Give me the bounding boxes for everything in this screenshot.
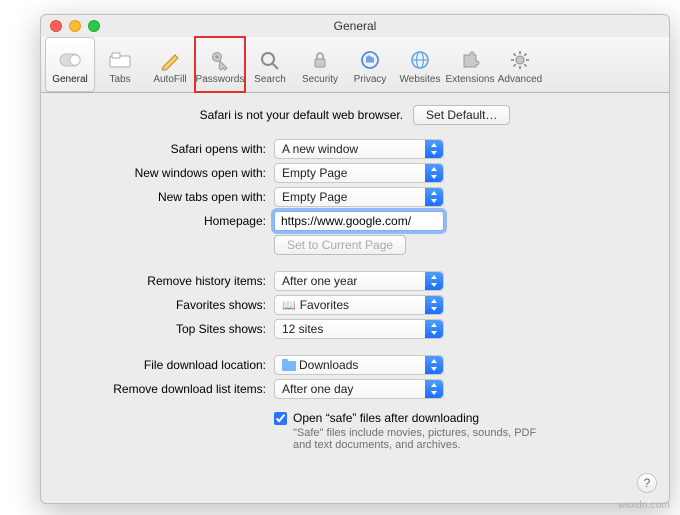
chevron-updown-icon	[429, 143, 439, 155]
puzzle-icon	[456, 47, 484, 73]
favorites-shows-popup[interactable]: 📖 Favorites	[274, 295, 444, 315]
remove-downloads-label: Remove download list items:	[59, 382, 274, 396]
chevron-updown-icon	[429, 359, 439, 371]
window-title: General	[334, 19, 377, 33]
popup-value: Empty Page	[282, 190, 347, 204]
toolbar-tab-passwords[interactable]: Passwords	[195, 37, 245, 92]
favorites-shows-label: Favorites shows:	[59, 298, 274, 312]
set-to-current-page-button[interactable]: Set to Current Page	[274, 235, 406, 255]
safe-files-note: "Safe" files include movies, pictures, s…	[293, 427, 543, 451]
popup-value: 12 sites	[282, 322, 323, 336]
popup-value: A new window	[282, 142, 358, 156]
toolbar-tab-general[interactable]: General	[45, 37, 95, 92]
download-location-popup[interactable]: Downloads	[274, 355, 444, 375]
pencil-icon	[156, 47, 184, 73]
hand-icon	[356, 47, 384, 73]
lock-icon	[306, 47, 334, 73]
globe-icon	[406, 47, 434, 73]
toolbar-tab-label: Privacy	[354, 74, 387, 85]
popup-value: After one day	[282, 382, 353, 396]
chevron-updown-icon	[429, 323, 439, 335]
toolbar-tab-label: Websites	[400, 74, 441, 85]
toolbar-tab-label: Advanced	[498, 74, 542, 85]
search-icon	[256, 47, 284, 73]
toolbar-tab-privacy[interactable]: Privacy	[345, 37, 395, 92]
toolbar-tab-extensions[interactable]: Extensions	[445, 37, 495, 92]
opens-with-popup[interactable]: A new window	[274, 139, 444, 159]
titlebar: General	[41, 15, 669, 37]
default-browser-message: Safari is not your default web browser.	[200, 108, 403, 122]
chevron-updown-icon	[429, 299, 439, 311]
new-tabs-label: New tabs open with:	[59, 190, 274, 204]
help-button[interactable]: ?	[637, 473, 657, 493]
chevron-updown-icon	[429, 191, 439, 203]
toolbar-tab-label: Search	[254, 74, 286, 85]
toolbar-tab-autofill[interactable]: AutoFill	[145, 37, 195, 92]
toolbar-tab-websites[interactable]: Websites	[395, 37, 445, 92]
popup-value: Empty Page	[282, 166, 347, 180]
gear-icon	[506, 47, 534, 73]
chevron-updown-icon	[429, 275, 439, 287]
preferences-window: General General Tabs AutoFill Passwords	[40, 14, 670, 504]
window-controls	[50, 20, 100, 32]
preferences-toolbar: General Tabs AutoFill Passwords Search	[41, 37, 669, 93]
toolbar-tab-search[interactable]: Search	[245, 37, 295, 92]
new-tabs-popup[interactable]: Empty Page	[274, 187, 444, 207]
remove-history-popup[interactable]: After one year	[274, 271, 444, 291]
popup-value: Downloads	[299, 358, 358, 372]
folder-icon	[282, 361, 296, 371]
chevron-updown-icon	[429, 383, 439, 395]
toolbar-tab-security[interactable]: Security	[295, 37, 345, 92]
tabs-icon	[106, 47, 134, 73]
minimize-icon[interactable]	[69, 20, 81, 32]
top-sites-shows-popup[interactable]: 12 sites	[274, 319, 444, 339]
popup-value: Favorites	[300, 298, 349, 312]
preferences-body: Safari is not your default web browser. …	[41, 93, 669, 503]
toolbar-tab-label: Security	[302, 74, 338, 85]
download-location-label: File download location:	[59, 358, 274, 372]
popup-value: After one year	[282, 274, 357, 288]
chevron-updown-icon	[429, 167, 439, 179]
close-icon[interactable]	[50, 20, 62, 32]
new-windows-popup[interactable]: Empty Page	[274, 163, 444, 183]
homepage-label: Homepage:	[59, 214, 274, 228]
top-sites-shows-label: Top Sites shows:	[59, 322, 274, 336]
toolbar-tab-label: AutoFill	[153, 74, 186, 85]
opens-with-label: Safari opens with:	[59, 142, 274, 156]
toolbar-tab-tabs[interactable]: Tabs	[95, 37, 145, 92]
default-browser-row: Safari is not your default web browser. …	[59, 105, 651, 125]
remove-history-label: Remove history items:	[59, 274, 274, 288]
toolbar-tab-label: General	[52, 74, 88, 85]
toolbar-tab-label: Tabs	[109, 74, 130, 85]
homepage-input[interactable]	[274, 211, 444, 231]
open-safe-files-checkbox[interactable]	[274, 412, 287, 425]
open-safe-files-label: Open “safe” files after downloading	[293, 411, 479, 425]
toolbar-tab-label: Extensions	[446, 74, 495, 85]
toolbar-tab-label: Passwords	[196, 74, 245, 85]
zoom-icon[interactable]	[88, 20, 100, 32]
new-windows-label: New windows open with:	[59, 166, 274, 180]
remove-downloads-popup[interactable]: After one day	[274, 379, 444, 399]
set-default-button[interactable]: Set Default…	[413, 105, 510, 125]
key-icon	[206, 47, 234, 73]
book-icon: 📖	[282, 297, 296, 315]
toolbar-tab-advanced[interactable]: Advanced	[495, 37, 545, 92]
watermark: wsxdn.com	[618, 500, 670, 511]
switch-icon	[56, 47, 84, 73]
